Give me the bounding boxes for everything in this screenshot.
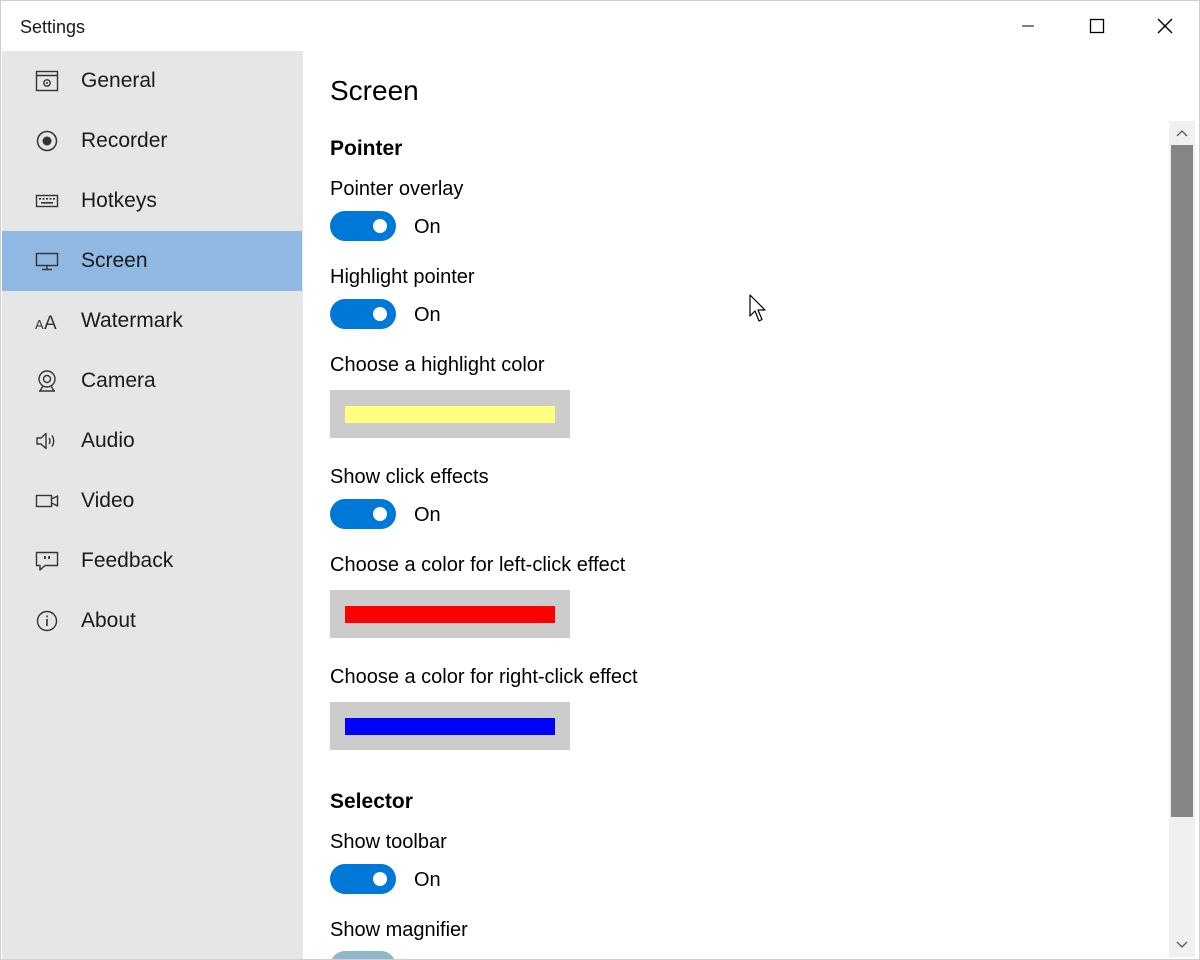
sidebar-item-hotkeys[interactable]: Hotkeys — [2, 171, 302, 231]
sidebar-item-about[interactable]: About — [2, 591, 302, 651]
sidebar-item-label: Video — [81, 489, 135, 512]
sidebar: General Recorder Hotkeys Screen AA Water… — [2, 51, 303, 959]
sidebar-item-label: Feedback — [81, 549, 174, 572]
minimize-icon — [1021, 25, 1034, 27]
sidebar-item-label: Recorder — [81, 129, 168, 152]
webcam-icon — [35, 370, 59, 392]
sidebar-item-label: Watermark — [81, 309, 183, 332]
sidebar-item-general[interactable]: General — [2, 51, 302, 111]
right-click-color-button[interactable] — [330, 702, 570, 750]
sidebar-item-label: Screen — [81, 249, 148, 272]
sidebar-item-watermark[interactable]: AA Watermark — [2, 291, 302, 351]
svg-text:A: A — [44, 313, 57, 332]
window-title: Settings — [20, 17, 86, 37]
show-click-effects-toggle[interactable] — [330, 499, 396, 529]
sidebar-item-audio[interactable]: Audio — [2, 411, 302, 471]
font-size-icon: AA — [35, 310, 59, 332]
sidebar-item-feedback[interactable]: Feedback — [2, 531, 302, 591]
monitor-icon — [35, 250, 59, 272]
show-magnifier-label: Show magnifier — [330, 919, 468, 941]
title-bar: Settings — [1, 1, 1199, 51]
scroll-down-button[interactable] — [1169, 933, 1195, 957]
svg-text:A: A — [35, 317, 44, 332]
show-magnifier-toggle[interactable] — [330, 951, 396, 959]
maximize-icon — [1089, 18, 1104, 34]
show-click-effects-label: Show click effects — [330, 466, 489, 488]
right-click-color-swatch — [345, 718, 555, 735]
toggle-knob — [373, 507, 387, 521]
pointer-overlay-state: On — [414, 216, 441, 238]
settings-window: Settings General Recorder Hotkeys Screen… — [0, 0, 1200, 960]
minimize-button[interactable] — [993, 1, 1062, 51]
video-camera-icon — [35, 490, 59, 512]
highlight-color-swatch — [345, 406, 555, 423]
sidebar-item-label: Hotkeys — [81, 189, 157, 212]
section-title-pointer: Pointer — [330, 137, 403, 160]
pointer-overlay-label: Pointer overlay — [330, 178, 464, 200]
scroll-thumb[interactable] — [1171, 145, 1193, 817]
section-title-selector: Selector — [330, 790, 413, 813]
sidebar-item-video[interactable]: Video — [2, 471, 302, 531]
scroll-up-button[interactable] — [1169, 121, 1195, 145]
show-toolbar-label: Show toolbar — [330, 831, 447, 853]
close-icon — [1157, 18, 1172, 34]
general-icon — [35, 70, 59, 92]
show-toolbar-state: On — [414, 869, 441, 891]
highlight-color-label: Choose a highlight color — [330, 354, 545, 376]
mouse-cursor-icon — [749, 294, 766, 322]
sidebar-item-label: Camera — [81, 369, 156, 392]
record-icon — [35, 130, 59, 152]
sidebar-item-label: About — [81, 609, 136, 632]
pointer-overlay-toggle[interactable] — [330, 211, 396, 241]
chevron-down-icon — [1176, 941, 1188, 948]
close-button[interactable] — [1130, 1, 1199, 51]
keyboard-icon — [35, 190, 59, 212]
page-title: Screen — [330, 75, 419, 106]
highlight-pointer-label: Highlight pointer — [330, 266, 475, 288]
left-click-color-label: Choose a color for left-click effect — [330, 554, 626, 576]
highlight-pointer-state: On — [414, 304, 441, 326]
show-toolbar-toggle[interactable] — [330, 864, 396, 894]
sidebar-item-label: Audio — [81, 429, 135, 452]
sidebar-item-screen[interactable]: Screen — [2, 231, 302, 291]
right-click-color-label: Choose a color for right-click effect — [330, 666, 638, 688]
sidebar-item-recorder[interactable]: Recorder — [2, 111, 302, 171]
toggle-knob — [373, 307, 387, 321]
show-click-effects-state: On — [414, 504, 441, 526]
left-click-color-button[interactable] — [330, 590, 570, 638]
maximize-button[interactable] — [1062, 1, 1131, 51]
left-click-color-swatch — [345, 606, 555, 623]
chevron-up-icon — [1176, 130, 1188, 137]
highlight-color-button[interactable] — [330, 390, 570, 438]
highlight-pointer-toggle[interactable] — [330, 299, 396, 329]
speaker-icon — [35, 430, 59, 452]
sidebar-item-label: General — [81, 69, 156, 92]
toggle-knob — [373, 219, 387, 233]
vertical-scrollbar[interactable] — [1169, 121, 1195, 957]
sidebar-item-camera[interactable]: Camera — [2, 351, 302, 411]
toggle-knob — [373, 872, 387, 886]
feedback-icon — [35, 550, 59, 572]
info-icon — [35, 610, 59, 632]
settings-content: Screen Pointer Pointer overlay On Highli… — [303, 51, 1169, 959]
